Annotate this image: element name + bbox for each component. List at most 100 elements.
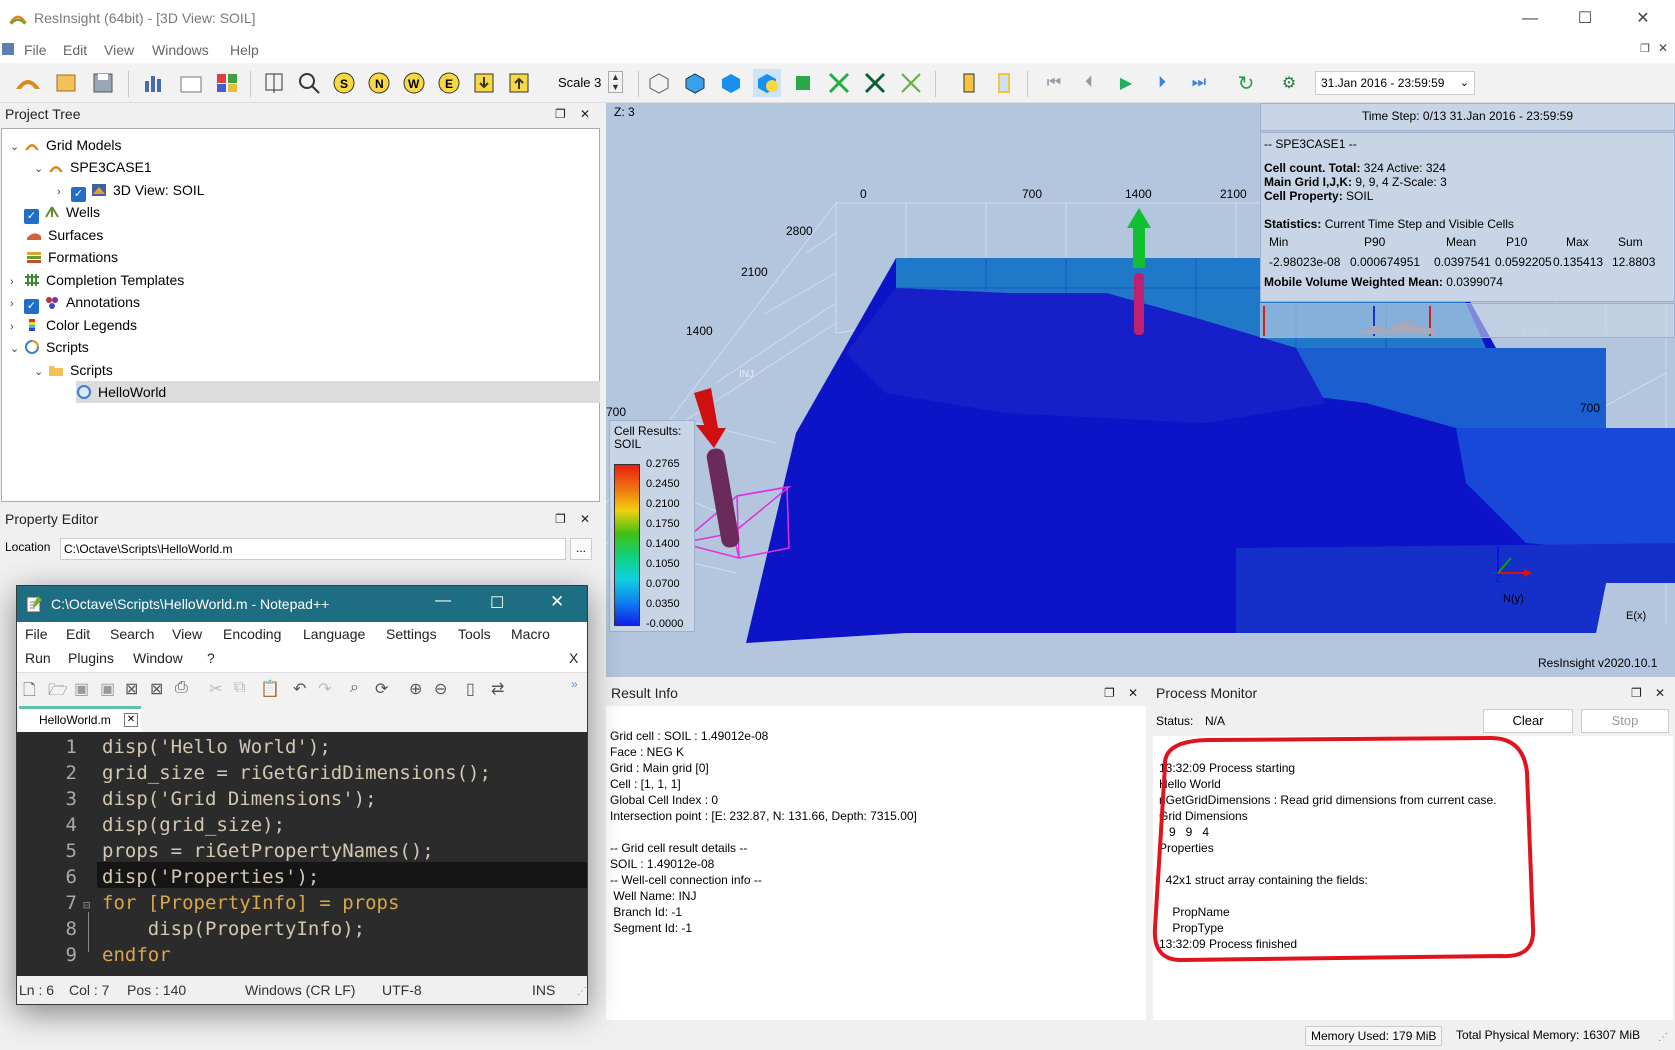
np-menu-language[interactable]: Language: [303, 626, 365, 642]
maximize-button[interactable]: ☐: [1572, 6, 1598, 32]
tree-item-helloworld[interactable]: HelloWorld: [76, 381, 600, 403]
copy-icon[interactable]: ⧉: [234, 679, 245, 697]
np-menu-macro[interactable]: Macro: [511, 626, 550, 642]
close-mdi-icon[interactable]: ✕: [1658, 41, 1668, 55]
tree-item-annotations[interactable]: › ✓ Annotations: [10, 291, 140, 315]
plot-window-icon[interactable]: [177, 69, 205, 97]
faults-icon[interactable]: [753, 69, 781, 97]
find-icon[interactable]: ⌕: [350, 679, 359, 697]
menu-edit[interactable]: Edit: [63, 42, 87, 58]
play-icon[interactable]: ▶: [1112, 69, 1140, 97]
close-tab-icon[interactable]: ✕: [124, 713, 138, 727]
restore-mdi-icon[interactable]: ❐: [1640, 42, 1650, 55]
np-menu-plugins[interactable]: Plugins: [68, 650, 114, 666]
close-button[interactable]: ✕: [1630, 6, 1656, 32]
print-icon[interactable]: ⎙: [175, 679, 188, 697]
float-panel-icon[interactable]: ❐: [555, 103, 566, 125]
paste-icon[interactable]: 📋: [260, 679, 280, 699]
expand-icon[interactable]: ›: [10, 293, 24, 315]
location-field[interactable]: C:\Octave\Scripts\HelloWorld.m: [60, 538, 566, 560]
expand-icon[interactable]: ⌄: [34, 361, 48, 383]
look-up-icon[interactable]: [505, 69, 533, 97]
open-file-icon[interactable]: 🗁: [48, 679, 68, 706]
close-panel-icon[interactable]: ✕: [1655, 682, 1665, 704]
menu-view[interactable]: View: [104, 42, 134, 58]
expand-icon[interactable]: ›: [57, 181, 71, 203]
tree-item-color-legends[interactable]: › Color Legends: [10, 314, 137, 336]
notepad-window[interactable]: C:\Octave\Scripts\HelloWorld.m - Notepad…: [16, 585, 588, 1005]
tree-item-surfaces[interactable]: Surfaces: [26, 224, 103, 246]
notepad-close-button[interactable]: ✕: [550, 592, 564, 612]
last-step-icon[interactable]: ⏭: [1185, 69, 1213, 97]
resize-grip-icon[interactable]: ⋰: [577, 986, 587, 997]
tree-item-grid-models[interactable]: ⌄ Grid Models: [10, 134, 121, 156]
float-panel-icon[interactable]: ❐: [1104, 682, 1115, 704]
fault-lines-icon[interactable]: [825, 69, 853, 97]
scale-spinner[interactable]: ▲ ▼: [608, 71, 623, 93]
stop-button[interactable]: Stop: [1581, 709, 1669, 733]
fold-icon[interactable]: ⊟: [83, 898, 90, 912]
resize-grip-icon[interactable]: ⋰: [1658, 1032, 1668, 1043]
tab-helloworld[interactable]: HelloWorld.m ✕: [19, 706, 141, 732]
expand-icon[interactable]: ⌄: [10, 136, 24, 158]
np-menu-settings[interactable]: Settings: [386, 626, 437, 642]
plot-icon[interactable]: [140, 69, 168, 97]
save-icon[interactable]: [89, 69, 117, 97]
expand-icon[interactable]: ⌄: [10, 338, 24, 360]
previous-step-icon[interactable]: ⏴: [1075, 69, 1103, 97]
wireframe-icon[interactable]: [645, 69, 673, 97]
tree-item-scripts-folder[interactable]: ⌄ Scripts: [34, 359, 113, 381]
menu-help[interactable]: Help: [230, 42, 259, 58]
np-menu-tools[interactable]: Tools: [458, 626, 491, 642]
close-file-icon[interactable]: ⊠: [125, 679, 138, 699]
zoom-all-icon[interactable]: [295, 69, 323, 97]
tree-item-spe3case1[interactable]: ⌄ SPE3CASE1: [34, 156, 152, 178]
checkbox-icon[interactable]: ✓: [71, 187, 86, 202]
cut-icon[interactable]: ✂: [209, 679, 222, 699]
notepad-maximize-button[interactable]: ☐: [490, 593, 504, 613]
look-w-icon[interactable]: W: [400, 69, 428, 97]
minimize-button[interactable]: —: [1517, 6, 1543, 32]
new-file-icon[interactable]: 🗋: [23, 679, 36, 706]
np-menu-search[interactable]: Search: [110, 626, 154, 642]
np-close-doc-button[interactable]: X: [569, 650, 578, 666]
expand-icon[interactable]: ›: [10, 271, 24, 293]
zoom-in-icon[interactable]: ⊕: [409, 679, 422, 699]
app-menu-icon[interactable]: [2, 43, 14, 55]
first-step-icon[interactable]: ⏮: [1040, 69, 1068, 97]
snapshot-icon[interactable]: [213, 69, 241, 97]
sync-scroll-icon[interactable]: ▯: [466, 679, 475, 699]
np-menu-view[interactable]: View: [172, 626, 202, 642]
import-icon[interactable]: [52, 69, 80, 97]
well-cells-icon[interactable]: [861, 69, 889, 97]
3d-view[interactable]: Z: 3 0 700 1400 2100 2800 2100 1400 700 …: [606, 103, 1675, 677]
surface-icon[interactable]: [717, 69, 745, 97]
close-panel-icon[interactable]: ✕: [1128, 682, 1138, 704]
zoom-out-icon[interactable]: ⊖: [434, 679, 447, 699]
np-menu-run[interactable]: Run: [25, 650, 51, 666]
checkbox-icon[interactable]: ✓: [24, 299, 39, 314]
undo-icon[interactable]: ↶: [293, 679, 306, 699]
open-case-icon[interactable]: [14, 69, 42, 97]
close-all-icon[interactable]: ⊠: [150, 679, 163, 699]
surface-mesh-icon[interactable]: [681, 69, 709, 97]
code-editor[interactable]: ⊟ 1 2 3 4 5 6 7 8 9 disp('Hello World');…: [17, 732, 587, 970]
notepad-minimize-button[interactable]: —: [435, 592, 451, 610]
tree-item-3d-view[interactable]: › ✓ 3D View: SOIL: [57, 179, 205, 203]
look-n-icon[interactable]: N: [365, 69, 393, 97]
clear-button[interactable]: Clear: [1483, 709, 1573, 733]
replace-icon[interactable]: ⟳: [375, 679, 388, 699]
tree-item-scripts[interactable]: ⌄ Scripts: [10, 336, 89, 358]
float-panel-icon[interactable]: ❐: [555, 508, 566, 530]
tree-item-wells[interactable]: ✓ Wells: [24, 201, 100, 224]
animation-settings-icon[interactable]: ⚙: [1275, 69, 1303, 97]
look-s-icon[interactable]: S: [330, 69, 358, 97]
time-step-combo[interactable]: 31.Jan 2016 - 23:59:59 ⌄: [1315, 71, 1475, 95]
menu-windows[interactable]: Windows: [152, 42, 209, 58]
more-tools-icon[interactable]: »: [571, 677, 578, 691]
well-pipes-icon[interactable]: [789, 69, 817, 97]
np-menu-file[interactable]: File: [25, 626, 48, 642]
expand-icon[interactable]: ⌄: [34, 158, 48, 180]
float-panel-icon[interactable]: ❐: [1631, 682, 1642, 704]
close-panel-icon[interactable]: ✕: [580, 103, 590, 125]
